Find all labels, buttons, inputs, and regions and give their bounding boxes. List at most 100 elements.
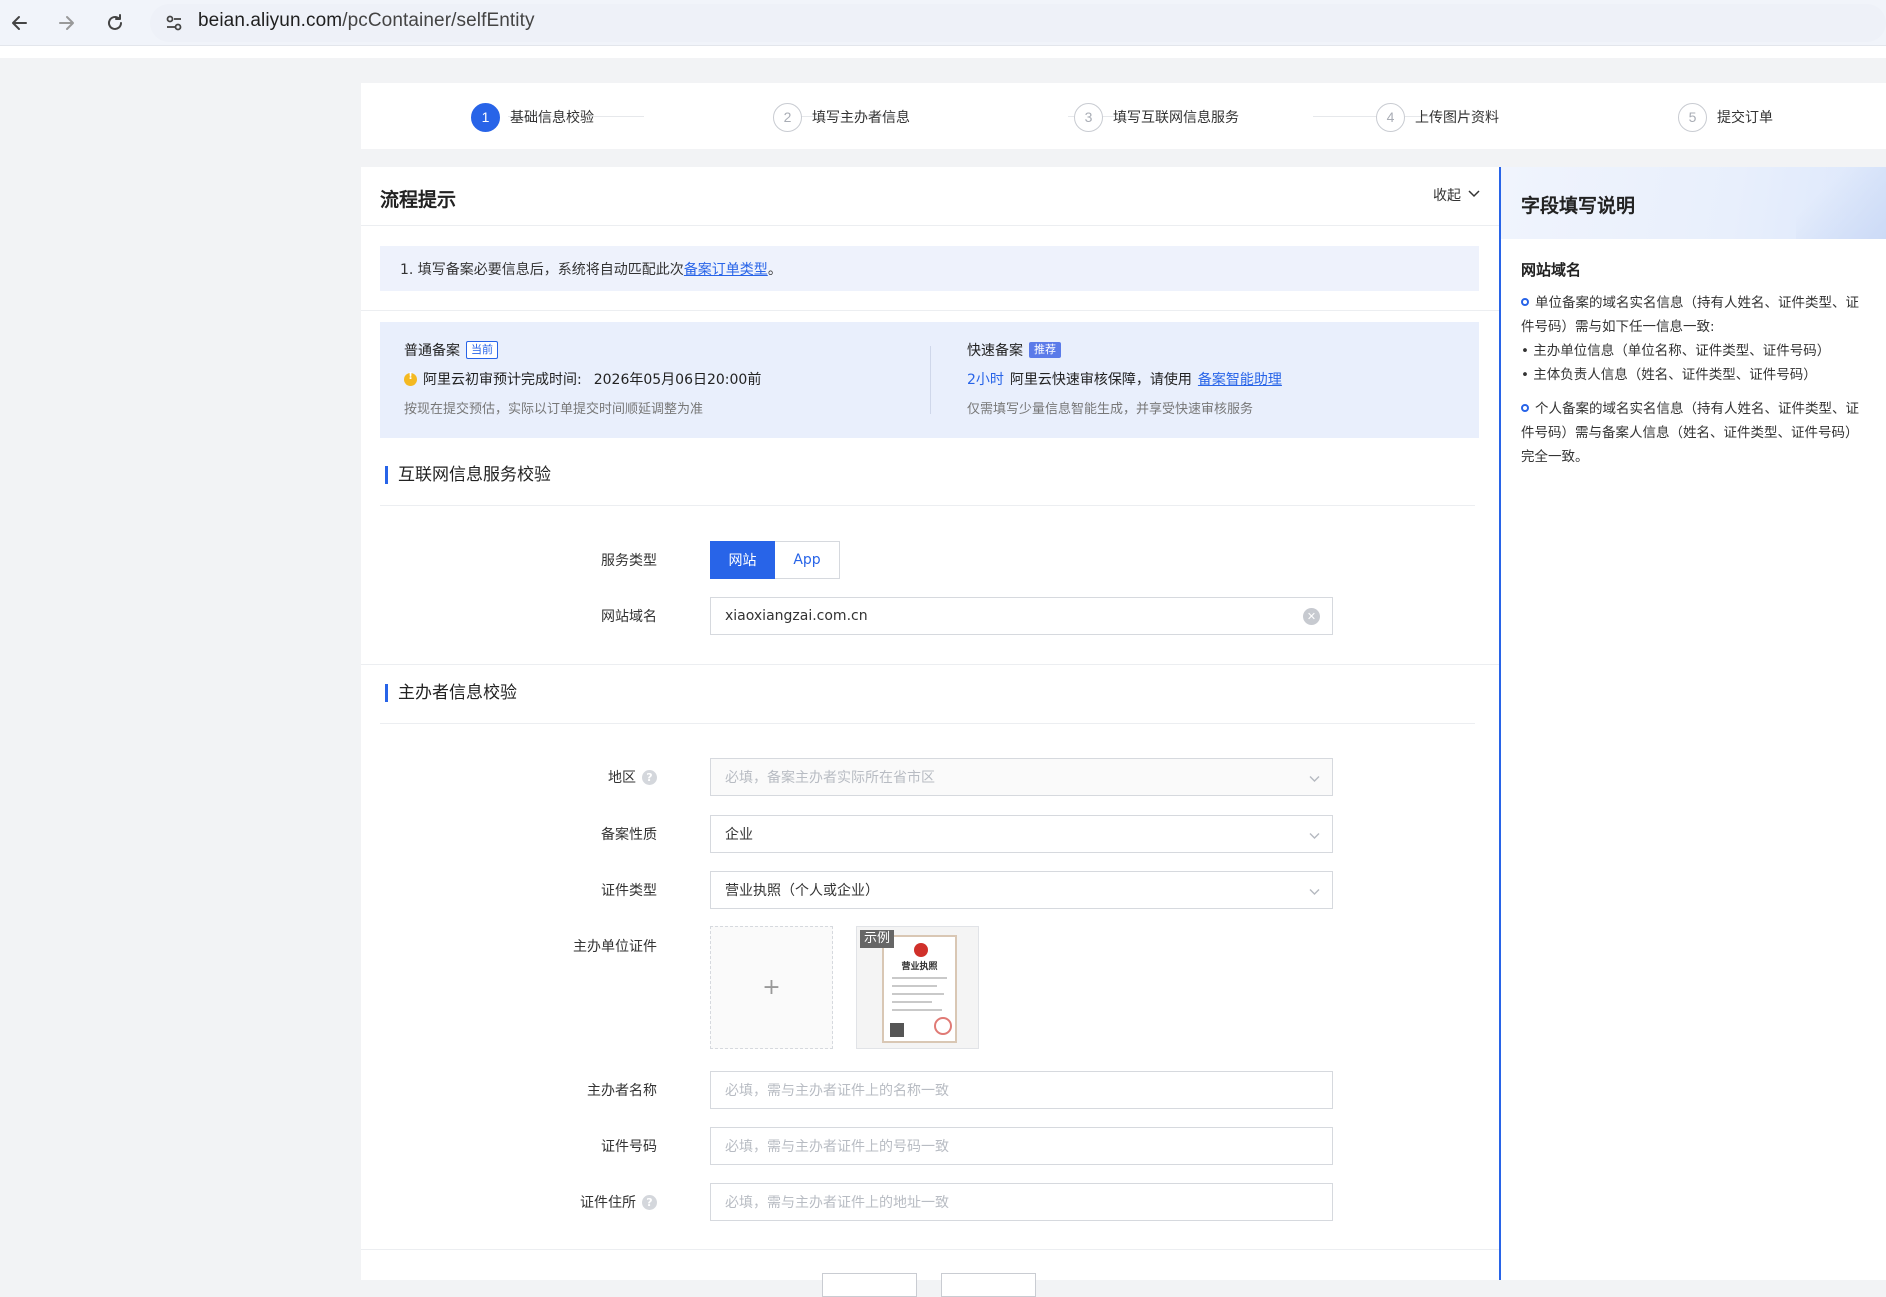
fast-hours: 2小时 (967, 372, 1004, 388)
cert-addr-input[interactable]: 必填，需与主办者证件上的地址一致 (710, 1183, 1333, 1221)
sample-tag: 示例 (860, 930, 895, 948)
region-placeholder: 必填，备案主办者实际所在省市区 (725, 770, 935, 786)
url-text[interactable]: beian.aliyun.com/pcContainer/selfEntity (198, 10, 535, 32)
cert-no-placeholder: 必填，需与主办者证件上的号码一致 (725, 1139, 949, 1155)
flow-tip: 1. 填写备案必要信息后，系统将自动匹配此次 备案订单类型。 (380, 246, 1479, 291)
divider (361, 1249, 1499, 1250)
step-number: 4 (1376, 102, 1405, 132)
order-type-link[interactable]: 备案订单类型 (684, 259, 768, 279)
domain-value: xiaoxiangzai.com.cn (725, 608, 868, 624)
step-3: 3 填写互联网信息服务 (1074, 102, 1239, 132)
back-arrow-icon[interactable] (8, 11, 32, 35)
fast-guarantee: 阿里云快速审核保障，请使用 (1009, 372, 1192, 388)
region-label: 地区? (457, 767, 657, 787)
side-bullet-2: • 主体负责人信息（姓名、证件类型、证件号码） (1521, 367, 1817, 383)
side-paragraph-2: 个人备案的域名实名信息（持有人姓名、证件类型、证件号码）需与备案人信息（姓名、证… (1521, 401, 1859, 465)
divider (361, 310, 1499, 311)
eta-note: 按现在提交预估，实际以订单提交时间顺延调整为准 (404, 402, 704, 417)
step-2: 2 填写主办者信息 (773, 102, 910, 132)
step-1: 1 基础信息校验 (471, 102, 594, 132)
internet-section-title: 互联网信息服务校验 (385, 466, 551, 484)
step-4: 4 上传图片资料 (1376, 102, 1499, 132)
divider (380, 505, 1475, 506)
step-number: 5 (1678, 102, 1707, 132)
step-number: 1 (471, 102, 500, 132)
step-label: 填写互联网信息服务 (1113, 110, 1239, 126)
recommend-badge: 推荐 (1029, 342, 1061, 358)
license-title: 营业执照 (901, 962, 938, 972)
normal-filing: 普通备案 当前 阿里云初审预计完成时间: 2026年05月06日20:00前 按… (404, 340, 761, 417)
cert-type-value: 营业执照（个人或企业） (725, 883, 879, 899)
step-number: 2 (773, 102, 802, 132)
reload-icon[interactable] (103, 11, 127, 35)
cert-type-label: 证件类型 (601, 883, 657, 899)
cert-addr-label: 证件住所? (457, 1192, 657, 1212)
url-path: /pcContainer/selfEntity (342, 10, 535, 31)
stamp-icon (934, 1017, 952, 1035)
page-top-strip (0, 46, 1886, 58)
license-picture: 营业执照 (882, 935, 957, 1043)
field-help-panel: 字段填写说明 网站域名 单位备案的域名实名信息（持有人姓名、证件类型、证件号码）… (1499, 167, 1886, 1280)
footer-button[interactable] (941, 1273, 1036, 1297)
step-number: 3 (1074, 102, 1103, 132)
filing-separator (930, 346, 931, 414)
service-type-toggle: 网站 App (710, 541, 840, 579)
flow-title: 流程提示 (380, 189, 457, 211)
host-name-label: 主办者名称 (587, 1083, 657, 1099)
region-select[interactable]: 必填，备案主办者实际所在省市区 (710, 758, 1333, 796)
eta-label: 阿里云初审预计完成时间: (423, 372, 582, 388)
warning-icon (404, 371, 417, 386)
nature-value: 企业 (725, 827, 753, 843)
fast-note: 仅需填写少量信息智能生成，并享受快速审核服务 (967, 402, 1254, 417)
nature-label: 备案性质 (601, 827, 657, 843)
smart-assistant-link[interactable]: 备案智能助理 (1198, 369, 1282, 389)
header-decoration (1796, 167, 1886, 239)
tip-suffix: 。 (767, 261, 782, 278)
app-option[interactable]: App (775, 541, 840, 579)
footer-button[interactable] (822, 1273, 917, 1297)
step-label: 上传图片资料 (1415, 110, 1499, 126)
bullet-ring-icon (1521, 404, 1529, 412)
website-option[interactable]: 网站 (710, 541, 775, 579)
nature-select[interactable]: 企业 (710, 815, 1333, 853)
chevron-down-icon (1309, 830, 1320, 843)
forward-arrow-icon[interactable] (54, 11, 78, 35)
browser-toolbar: beian.aliyun.com/pcContainer/selfEntity (0, 0, 1886, 46)
domain-input[interactable]: xiaoxiangzai.com.cn ✕ (710, 597, 1333, 635)
help-icon[interactable]: ? (642, 1194, 657, 1210)
side-paragraph-1: 单位备案的域名实名信息（持有人姓名、证件类型、证件号码）需与如下任一信息一致: (1521, 295, 1859, 335)
steps-progress: 1 基础信息校验 2 填写主办者信息 3 填写互联网信息服务 4 上传图片资料 … (361, 83, 1886, 149)
site-settings-icon[interactable] (162, 11, 186, 35)
qr-code-icon (890, 1023, 904, 1037)
host-name-input[interactable]: 必填，需与主办者证件上的名称一致 (710, 1071, 1333, 1109)
host-name-placeholder: 必填，需与主办者证件上的名称一致 (725, 1083, 949, 1099)
domain-label: 网站域名 (601, 609, 657, 625)
side-title: 字段填写说明 (1521, 195, 1636, 217)
normal-filing-title: 普通备案 (404, 343, 460, 359)
side-header: 字段填写说明 (1501, 167, 1886, 239)
eta-value: 2026年05月06日20:00前 (593, 372, 762, 388)
main-form-card: 流程提示 收起 1. 填写备案必要信息后，系统将自动匹配此次 备案订单类型。 普通… (361, 167, 1499, 1297)
clear-icon[interactable]: ✕ (1303, 608, 1320, 625)
collapse-button[interactable]: 收起 (1433, 185, 1481, 205)
fast-filing-title: 快速备案 (967, 343, 1023, 359)
side-subtitle: 网站域名 (1521, 261, 1582, 279)
divider (380, 723, 1475, 724)
cert-no-label: 证件号码 (601, 1139, 657, 1155)
help-icon[interactable]: ? (642, 769, 657, 785)
chevron-down-icon (1309, 773, 1320, 786)
emblem-icon (914, 943, 928, 957)
fast-filing: 快速备案 推荐 2小时 阿里云快速审核保障，请使用 备案智能助理 仅需填写少量信… (967, 340, 1282, 417)
step-label: 提交订单 (1717, 110, 1773, 126)
cert-upload-button[interactable]: + (710, 926, 833, 1049)
tip-text: 1. 填写备案必要信息后，系统将自动匹配此次 (400, 261, 684, 278)
cert-type-select[interactable]: 营业执照（个人或企业） (710, 871, 1333, 909)
sample-license-image[interactable]: 示例 营业执照 (856, 926, 979, 1049)
chevron-down-icon (1309, 886, 1320, 899)
cert-addr-placeholder: 必填，需与主办者证件上的地址一致 (725, 1195, 949, 1211)
cert-no-input[interactable]: 必填，需与主办者证件上的号码一致 (710, 1127, 1333, 1165)
step-label: 填写主办者信息 (812, 110, 910, 126)
cert-upload-label: 主办单位证件 (573, 939, 657, 955)
step-5: 5 提交订单 (1678, 102, 1773, 132)
chevron-down-icon (1467, 187, 1481, 203)
